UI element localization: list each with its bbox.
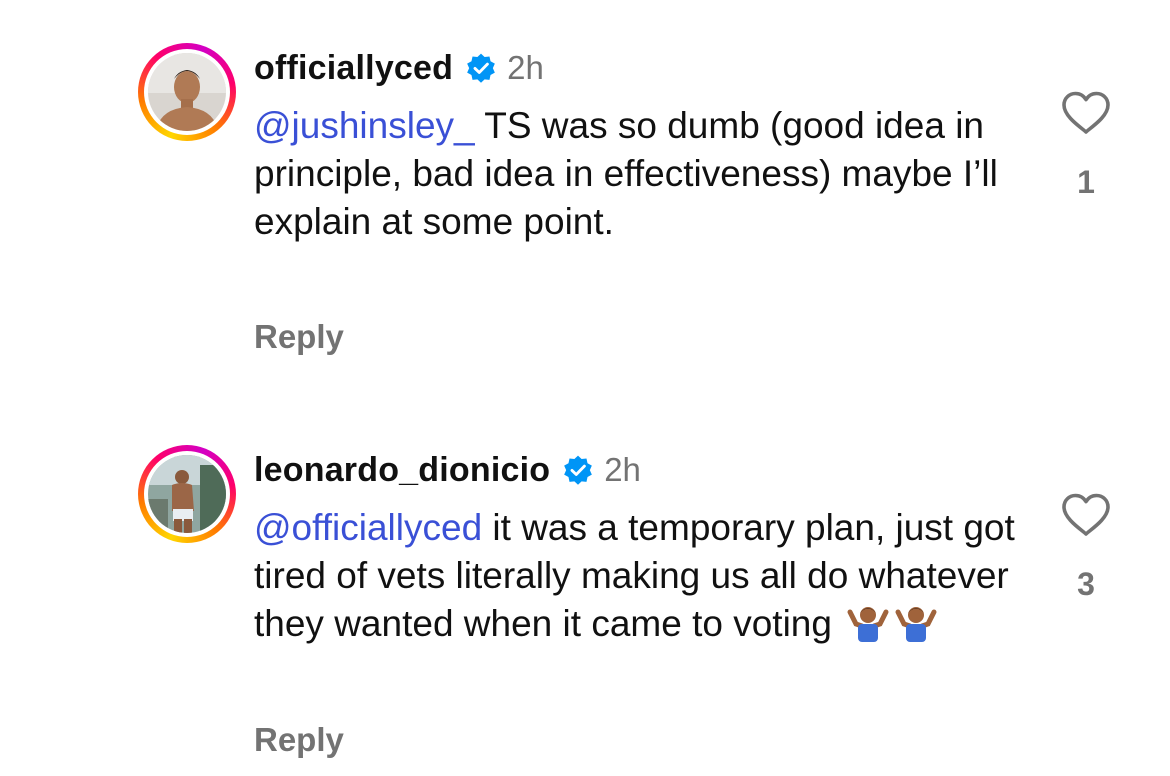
comment-item: officiallyced 2h @jushinsley_ TS was so … [0,0,1170,390]
reply-button[interactable]: Reply [254,318,344,356]
comment-text: @jushinsley_ TS was so dumb (good idea i… [254,102,1034,246]
heart-icon[interactable] [1060,90,1112,136]
username[interactable]: leonardo_dionicio [254,451,550,490]
avatar-story-ring[interactable] [138,445,236,543]
timestamp[interactable]: 2h [507,49,544,87]
avatar[interactable] [148,455,226,533]
heart-icon[interactable] [1060,492,1112,538]
avatar-border [144,49,230,135]
comment-header: officiallyced 2h [254,46,544,90]
like-column: 3 [1052,492,1120,603]
mention-link[interactable]: @officiallyced [254,507,482,548]
like-column: 1 [1052,90,1120,201]
avatar-photo-icon [148,455,226,533]
comment-text: @officiallyced it was a temporary plan, … [254,504,1034,648]
verified-badge-icon [564,455,593,485]
like-count: 3 [1077,566,1095,602]
mention-link[interactable]: @jushinsley_ [254,105,475,146]
avatar-story-ring[interactable] [138,43,236,141]
man-shrugging-emoji [847,607,889,642]
like-count: 1 [1077,164,1095,200]
avatar-photo-icon [148,53,226,131]
avatar[interactable] [148,53,226,131]
reply-button[interactable]: Reply [254,721,344,759]
comment-item: leonardo_dionicio 2h @officiallyced it w… [0,390,1170,776]
avatar-border [144,451,230,537]
comment-header: leonardo_dionicio 2h [254,448,641,492]
username[interactable]: officiallyced [254,49,453,88]
man-shrugging-emoji [895,607,937,642]
verified-badge-icon [467,53,495,83]
timestamp[interactable]: 2h [604,451,641,489]
